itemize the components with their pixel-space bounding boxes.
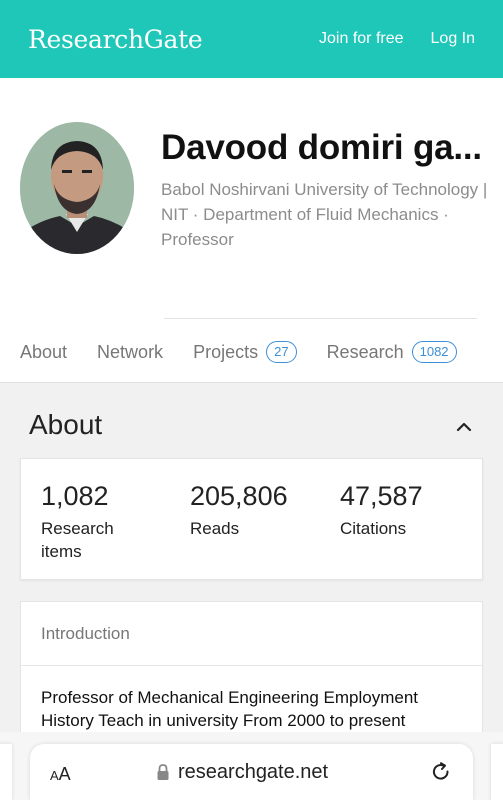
avatar[interactable] xyxy=(20,122,134,254)
stat-value: 47,587 xyxy=(340,481,423,511)
stat-reads[interactable]: 205,806 Reads xyxy=(190,481,330,540)
tab-research[interactable]: Research 1082 xyxy=(327,341,457,363)
stat-research-items[interactable]: 1,082 Research items xyxy=(41,481,181,563)
tab-research-label: Research xyxy=(326,341,404,362)
introduction-heading: Introduction xyxy=(21,602,482,666)
introduction-text: Professor of Mechanical Engineering Empl… xyxy=(41,688,419,730)
chevron-up-icon[interactable] xyxy=(456,419,472,437)
stat-label: Research items xyxy=(41,519,114,561)
avatar-portrait-icon xyxy=(20,122,134,254)
profile-affiliation[interactable]: Babol Noshirvani University of Technolog… xyxy=(161,177,491,252)
site-header: ResearchGate Join for free Log In xyxy=(0,0,503,78)
tab-projects[interactable]: Projects 27 xyxy=(193,341,297,363)
stat-value: 205,806 xyxy=(190,481,288,511)
profile-divider xyxy=(164,318,477,319)
log-in-link[interactable]: Log In xyxy=(431,30,475,48)
research-count-badge: 1082 xyxy=(411,341,457,363)
stats-card: 1,082 Research items 205,806 Reads 47,58… xyxy=(20,458,483,580)
next-tab-edge[interactable] xyxy=(491,744,503,800)
url-text: researchgate.net xyxy=(178,761,329,783)
tab-about-label: About xyxy=(20,341,68,362)
stat-value: 1,082 xyxy=(41,481,109,511)
profile-name: Davood domiri ga... xyxy=(161,128,482,167)
stat-label: Reads xyxy=(190,519,240,538)
about-title: About xyxy=(29,409,103,440)
tab-network[interactable]: Network xyxy=(97,342,163,363)
stat-label: Citations xyxy=(340,519,407,538)
tab-projects-label: Projects xyxy=(193,341,259,362)
profile-tabs: About Network Projects 27 Research 1082 xyxy=(0,322,503,382)
researchgate-logo[interactable]: ResearchGate xyxy=(28,25,203,54)
url-field[interactable]: AA researchgate.net xyxy=(30,744,473,800)
projects-count-badge: 27 xyxy=(266,341,297,363)
profile-header: Davood domiri ga... Babol Noshirvani Uni… xyxy=(0,78,503,318)
previous-tab-edge[interactable] xyxy=(0,744,12,800)
browser-address-bar: AA researchgate.net xyxy=(0,732,503,800)
header-actions: Join for free Log In xyxy=(319,30,475,48)
reload-icon[interactable] xyxy=(430,761,452,788)
tab-about[interactable]: About xyxy=(20,342,67,363)
join-for-free-link[interactable]: Join for free xyxy=(319,30,403,48)
tab-network-label: Network xyxy=(97,341,164,362)
stat-citations[interactable]: 47,587 Citations xyxy=(340,481,480,540)
text-size-button[interactable]: AA xyxy=(50,764,71,785)
lock-icon xyxy=(156,763,170,786)
